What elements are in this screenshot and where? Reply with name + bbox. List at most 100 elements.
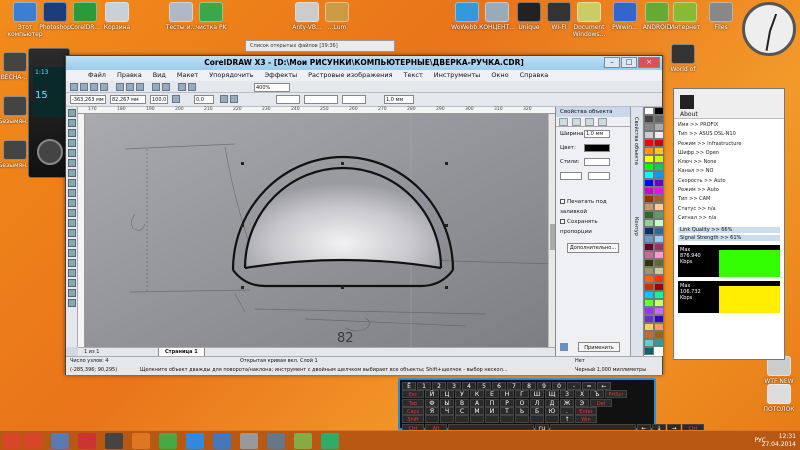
keyboard-key[interactable]: Ё [402, 382, 416, 390]
palette-swatch[interactable] [644, 115, 654, 123]
tool-icon[interactable] [68, 259, 76, 267]
keyboard-key[interactable]: А [470, 398, 484, 407]
palette-swatch[interactable] [644, 131, 654, 139]
tool-icon[interactable] [68, 169, 76, 177]
palette-swatch[interactable] [654, 171, 664, 179]
palette-swatch[interactable] [644, 339, 654, 347]
lock-icon[interactable] [560, 342, 568, 351]
keyboard-key[interactable]: Del [590, 398, 612, 407]
palette-swatch[interactable] [654, 131, 664, 139]
palette-swatch[interactable] [654, 139, 664, 147]
on-screen-keyboard[interactable]: Ё 1 2 3 4 5 6 7 8 9 0- = ← Esc Й Ц У К Е Н Г Ш Щ З Х Ъ PrtScr Tab Ф Ы… [398, 378, 704, 432]
palette-swatch[interactable] [644, 251, 654, 259]
menu-item[interactable]: Макет [177, 71, 198, 79]
keyboard-key[interactable]: ← [597, 382, 611, 390]
palette-swatch[interactable] [654, 243, 664, 251]
coreldraw-window[interactable]: CorelDRAW X3 - [D:\Мои РИСУНКИ\КОМПЬЮТЕР… [65, 55, 664, 375]
taskbar-app-icon[interactable] [240, 433, 258, 449]
keyboard-key[interactable]: Enter [575, 406, 597, 415]
keyboard-key[interactable] [425, 415, 439, 424]
keyboard-key[interactable] [530, 415, 544, 424]
palette-swatch[interactable] [644, 187, 654, 195]
menu-item[interactable]: Окно [491, 71, 508, 79]
keyboard-key[interactable]: К [470, 390, 484, 399]
tool-icon[interactable] [68, 279, 76, 287]
palette-swatch[interactable] [654, 211, 664, 219]
side-tab-object-properties[interactable]: Свойства объекта [633, 117, 639, 165]
palette-swatch[interactable] [654, 251, 664, 259]
keyboard-key[interactable]: Esc [402, 390, 424, 399]
keyboard-key[interactable]: Shift [402, 415, 424, 424]
tool-icon[interactable] [68, 249, 76, 257]
palette-swatch[interactable] [654, 147, 664, 155]
general-tab-icon[interactable] [585, 118, 594, 126]
taskbar-app-icon[interactable] [132, 433, 150, 449]
keyboard-key[interactable]: Ю [545, 406, 559, 415]
keyboard-key[interactable]: Win [575, 415, 597, 424]
open-file-icon[interactable] [80, 83, 88, 91]
palette-swatch[interactable] [644, 291, 654, 299]
palette-swatch[interactable] [644, 267, 654, 275]
menu-item[interactable]: Растровые изображения [308, 71, 392, 79]
redo-icon[interactable] [162, 83, 170, 91]
keyboard-key[interactable]: Ф [425, 398, 439, 407]
apply-button[interactable]: Применить [578, 342, 620, 352]
tool-icon[interactable] [68, 179, 76, 187]
keyboard-key[interactable]: Х [575, 390, 589, 399]
keyboard-key[interactable]: З [560, 390, 574, 399]
menu-item[interactable]: Текст [404, 71, 423, 79]
keyboard-key[interactable] [515, 415, 529, 424]
menu-item[interactable]: Упорядочить [209, 71, 253, 79]
menu-item[interactable]: Файл [88, 71, 106, 79]
palette-swatch[interactable] [644, 299, 654, 307]
keyboard-key[interactable]: Й [425, 390, 439, 399]
mirror-h-icon[interactable] [220, 95, 228, 103]
palette-swatch[interactable] [644, 123, 654, 131]
palette-swatch[interactable] [644, 171, 654, 179]
tool-icon[interactable] [68, 229, 76, 237]
keyboard-key[interactable]: Ж [560, 398, 574, 407]
palette-swatch[interactable] [644, 155, 654, 163]
palette-swatch[interactable] [654, 123, 664, 131]
palette-swatch[interactable] [654, 227, 664, 235]
advanced-button[interactable]: Дополнительно... [567, 243, 619, 253]
keyboard-key[interactable]: В [455, 398, 469, 407]
keyboard-key[interactable]: У [455, 390, 469, 399]
tool-icon[interactable] [68, 269, 76, 277]
palette-swatch[interactable] [654, 235, 664, 243]
palette-swatch[interactable] [654, 283, 664, 291]
keyboard-key[interactable]: Ь [515, 406, 529, 415]
tool-icon[interactable] [68, 209, 76, 217]
print-over-checkbox[interactable]: Печатать под заливкой [556, 197, 630, 217]
taskbar-app-icon[interactable] [321, 433, 339, 449]
palette-swatch[interactable] [644, 307, 654, 315]
keyboard-key[interactable]: Ч [440, 406, 454, 415]
copy-icon[interactable] [126, 83, 134, 91]
keyboard-key[interactable]: И [485, 406, 499, 415]
tool-icon[interactable] [68, 289, 76, 297]
keyboard-key[interactable]: 5 [477, 382, 491, 390]
palette-swatch[interactable] [644, 211, 654, 219]
keyboard-key[interactable]: Ы [440, 398, 454, 407]
tool-icon[interactable] [68, 149, 76, 157]
palette-swatch[interactable] [654, 219, 664, 227]
palette-swatch[interactable] [644, 331, 654, 339]
keyboard-key[interactable]: Э [575, 398, 589, 407]
outline-style-select[interactable] [584, 158, 610, 166]
cut-icon[interactable] [116, 83, 124, 91]
lock-ratio-icon[interactable] [172, 95, 180, 103]
horizontal-ruler[interactable]: 170 180 190 200 210 220 230 240 250 260 270 280 290 3… [78, 107, 555, 114]
taskbar-app-icon[interactable] [105, 433, 123, 449]
keyboard-key[interactable]: П [485, 398, 499, 407]
palette-swatch[interactable] [644, 283, 654, 291]
palette-swatch[interactable] [654, 187, 664, 195]
desktop-icon[interactable]: Корзина [96, 2, 138, 31]
keyboard-key[interactable]: 6 [492, 382, 506, 390]
palette-swatch[interactable] [654, 315, 664, 323]
palette-swatch[interactable] [644, 315, 654, 323]
palette-swatch[interactable] [644, 259, 654, 267]
taskbar-app-icon[interactable] [159, 433, 177, 449]
keyboard-key[interactable]: PrtScr [605, 390, 627, 399]
keyboard-key[interactable]: Я [425, 406, 439, 415]
taskbar-clock[interactable]: 12:31 27.04.2014 [762, 433, 796, 449]
